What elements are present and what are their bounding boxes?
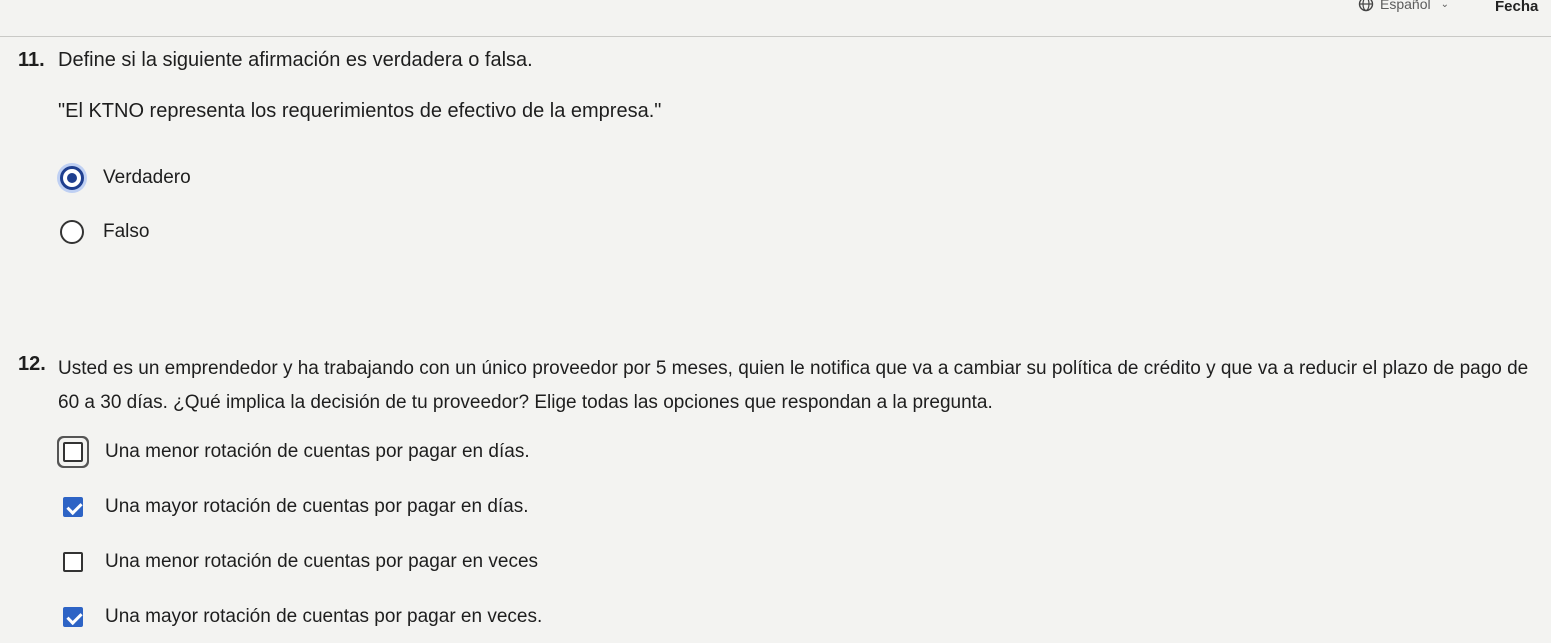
- question-number: 11.: [18, 49, 45, 71]
- globe-icon: [1358, 0, 1374, 12]
- checkbox-label: Una mayor rotación de cuentas por pagar …: [105, 496, 529, 517]
- chevron-down-icon: ⌄: [1440, 0, 1449, 10]
- radio-option-falso[interactable]: Falso: [60, 220, 149, 244]
- header-divider: [0, 36, 1551, 37]
- question-number: 12.: [18, 353, 46, 375]
- question-prompt: Usted es un emprendedor y ha trabajando …: [58, 358, 1529, 413]
- language-label: Español: [1380, 0, 1431, 12]
- radio-label: Falso: [103, 221, 150, 242]
- question-prompt: Define si la siguiente afirmación es ver…: [58, 49, 533, 71]
- checkbox-checked[interactable]: [63, 497, 83, 517]
- date-label: Fecha: [1495, 0, 1539, 15]
- checkbox-option-2[interactable]: Una mayor rotación de cuentas por pagar …: [63, 496, 529, 518]
- checkbox[interactable]: [63, 552, 83, 572]
- checkbox-option-4[interactable]: Una mayor rotación de cuentas por pagar …: [63, 606, 542, 628]
- checkbox-label: Una menor rotación de cuentas por pagar …: [105, 441, 530, 462]
- language-selector[interactable]: Español ⌄: [1358, 0, 1449, 12]
- checkbox-label: Una mayor rotación de cuentas por pagar …: [105, 606, 543, 627]
- question-11: 11. Define si la siguiente afirmación es…: [18, 48, 661, 122]
- radio-option-verdadero[interactable]: Verdadero: [60, 166, 191, 190]
- top-bar: Español ⌄ Fecha: [0, 0, 1551, 40]
- checkbox[interactable]: [63, 442, 83, 462]
- checkbox-option-3[interactable]: Una menor rotación de cuentas por pagar …: [63, 551, 538, 573]
- checkbox-option-1[interactable]: Una menor rotación de cuentas por pagar …: [63, 441, 530, 463]
- checkbox-checked[interactable]: [63, 607, 83, 627]
- question-statement: "El KTNO representa los requerimientos d…: [58, 100, 662, 122]
- radio-button-selected[interactable]: [60, 166, 84, 190]
- checkbox-label: Una menor rotación de cuentas por pagar …: [105, 551, 539, 572]
- radio-button[interactable]: [60, 220, 84, 244]
- radio-label: Verdadero: [103, 167, 191, 188]
- question-12: 12. Usted es un emprendedor y ha trabaja…: [18, 352, 1538, 420]
